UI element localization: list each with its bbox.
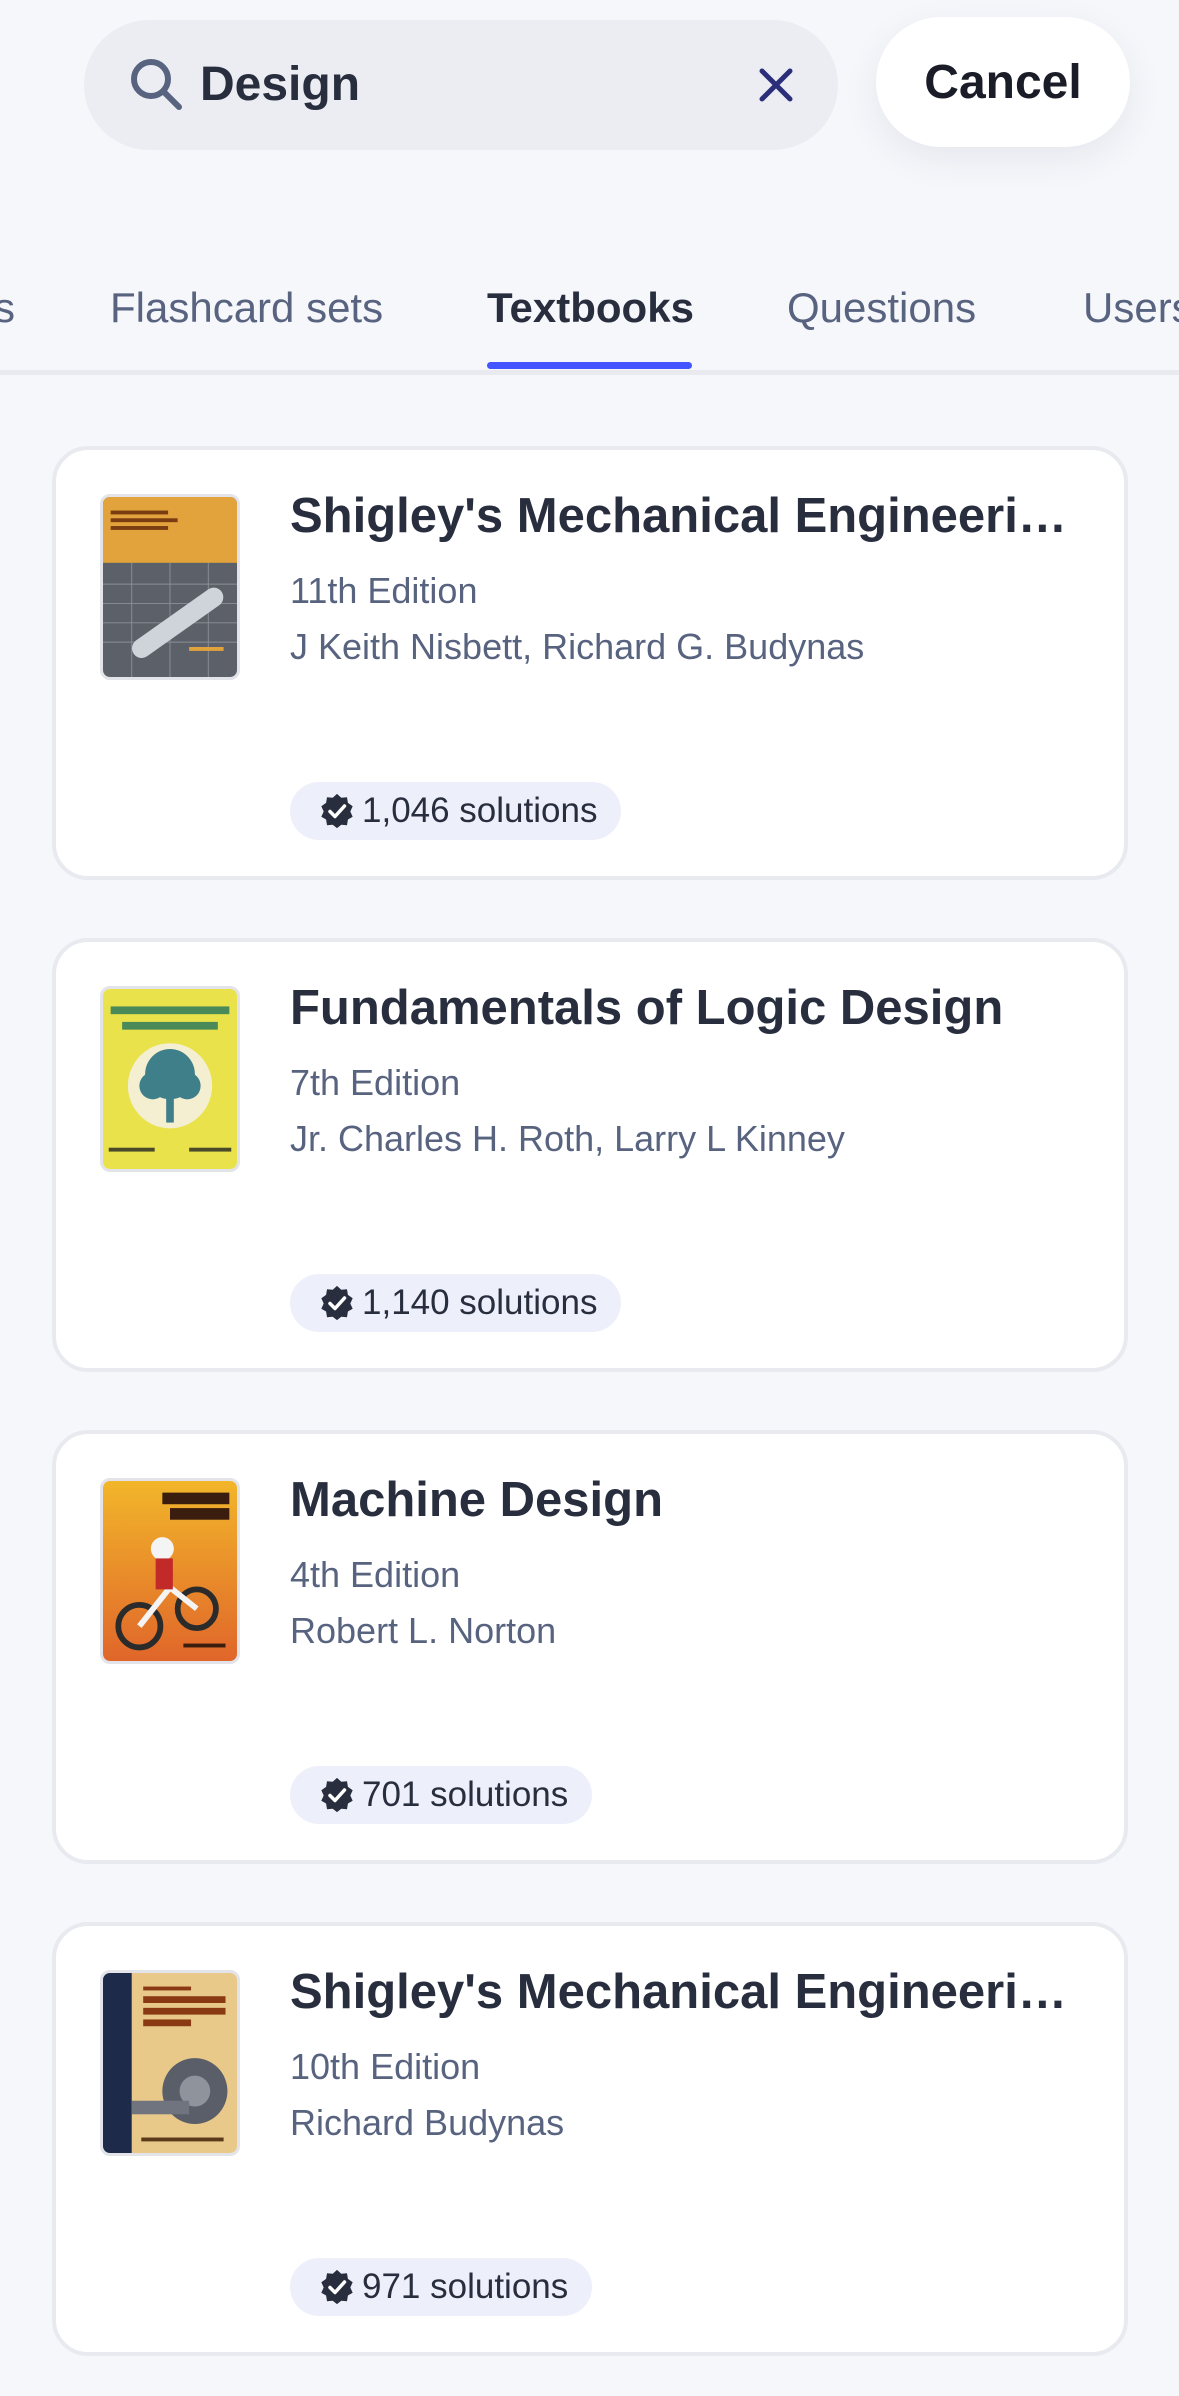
solutions-badge: 701 solutions — [290, 1766, 593, 1824]
book-cover-image — [100, 986, 240, 1172]
tab-flashcard-sets[interactable]: Flashcard sets — [110, 284, 383, 332]
active-tab-indicator — [487, 362, 692, 369]
book-authors: Jr. Charles H. Roth, Larry L Kinney — [290, 1118, 845, 1159]
textbook-card[interactable]: Shigley's Mechanical Engineering Design … — [52, 446, 1128, 880]
tab-questions[interactable]: Questions — [787, 284, 976, 332]
book-title: Fundamentals of Logic Design — [290, 981, 1004, 1035]
solutions-badge: 1,046 solutions — [290, 782, 622, 840]
book-title: Shigley's Mechanical Engineering Design — [290, 1965, 1090, 2019]
solutions-badge: 1,140 solutions — [290, 1274, 622, 1332]
verified-badge-icon — [321, 2269, 353, 2305]
verified-badge-icon — [321, 1777, 353, 1813]
textbook-card[interactable]: Machine Design 4th Edition Robert L. Nor… — [52, 1430, 1128, 1864]
cancel-button[interactable]: Cancel — [876, 17, 1130, 147]
result-type-tabs: s Flashcard sets Textbooks Questions Use… — [0, 262, 1179, 375]
tab-sets[interactable]: s — [0, 284, 15, 332]
book-edition: 4th Edition — [290, 1554, 461, 1595]
book-title: Machine Design — [290, 1473, 664, 1527]
solutions-badge: 971 solutions — [290, 2258, 593, 2316]
solutions-count: 701 solutions — [362, 1775, 569, 1814]
book-authors: Richard Budynas — [290, 2102, 565, 2143]
solutions-count: 1,140 solutions — [362, 1283, 598, 1322]
book-cover-image — [100, 1478, 240, 1664]
book-edition: 10th Edition — [290, 2046, 481, 2087]
search-icon — [131, 59, 182, 110]
textbook-card[interactable]: Fundamentals of Logic Design 7th Edition… — [52, 938, 1128, 1372]
book-edition: 7th Edition — [290, 1062, 461, 1103]
verified-badge-icon — [321, 1285, 353, 1321]
search-bar[interactable] — [84, 20, 838, 150]
textbook-card[interactable]: Shigley's Mechanical Engineering Design … — [52, 1922, 1128, 2356]
book-title: Shigley's Mechanical Engineering Design — [290, 489, 1090, 543]
verified-badge-icon — [321, 793, 353, 829]
solutions-count: 971 solutions — [362, 2267, 569, 2306]
book-authors: Robert L. Norton — [290, 1610, 557, 1651]
tab-textbooks[interactable]: Textbooks — [487, 284, 694, 332]
search-input[interactable] — [200, 20, 700, 150]
book-cover-image — [100, 1970, 240, 2156]
book-authors: J Keith Nisbett, Richard G. Budynas — [290, 626, 865, 667]
close-icon[interactable] — [754, 63, 798, 107]
tab-users[interactable]: Users — [1083, 284, 1179, 332]
book-cover-image — [100, 494, 240, 680]
book-edition: 11th Edition — [290, 570, 478, 611]
solutions-count: 1,046 solutions — [362, 791, 598, 830]
